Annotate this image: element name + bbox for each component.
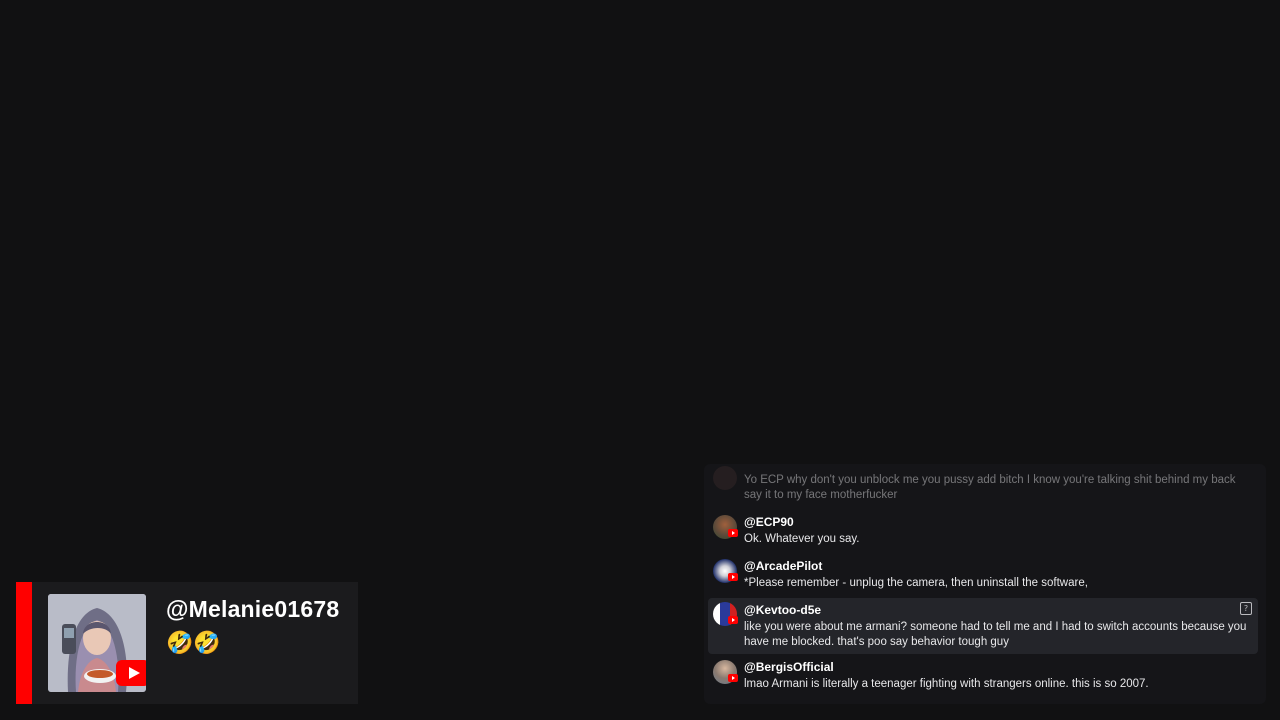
featured-author-handle: @Melanie01678 bbox=[166, 596, 340, 622]
chat-message: @ArcadePilot *Please remember - unplug t… bbox=[708, 556, 1258, 596]
chat-message: @BergisOfficial lmao Armani is literally… bbox=[708, 660, 1258, 700]
chat-author[interactable]: @ArcadePilot bbox=[744, 559, 822, 573]
avatar bbox=[48, 594, 146, 692]
youtube-icon bbox=[728, 616, 738, 624]
youtube-icon bbox=[728, 674, 738, 682]
chat-message-text: Yo ECP why don't you unblock me you puss… bbox=[744, 474, 1236, 501]
chat-message-highlighted: @Kevtoo-d5e like you were about me arman… bbox=[708, 598, 1258, 654]
flag-icon[interactable]: ? bbox=[1240, 602, 1252, 615]
accent-bar bbox=[16, 582, 32, 704]
chat-message: Yo ECP why don't you unblock me you puss… bbox=[708, 464, 1258, 504]
featured-message: 🤣🤣 bbox=[166, 630, 221, 655]
youtube-icon bbox=[116, 660, 146, 686]
chat-message-text: like you were about me armani? someone h… bbox=[744, 621, 1247, 648]
chat-message: @ECP90 Ok. Whatever you say. bbox=[708, 512, 1258, 552]
chat-message-text: Ok. Whatever you say. bbox=[744, 533, 860, 545]
chat-message-text: *Please remember - unplug the camera, th… bbox=[744, 577, 1088, 589]
chat-message-text: lmao Armani is literally a teenager figh… bbox=[744, 678, 1149, 690]
youtube-icon bbox=[728, 529, 738, 537]
live-chat-panel: Yo ECP why don't you unblock me you puss… bbox=[704, 464, 1266, 704]
youtube-icon bbox=[728, 573, 738, 581]
chat-avatar bbox=[713, 466, 737, 490]
chat-author[interactable]: @BergisOfficial bbox=[744, 660, 834, 674]
chat-author[interactable]: @ECP90 bbox=[744, 515, 794, 529]
chat-author[interactable]: @Kevtoo-d5e bbox=[744, 603, 821, 617]
featured-comment: @Melanie01678 🤣🤣 bbox=[16, 582, 358, 704]
